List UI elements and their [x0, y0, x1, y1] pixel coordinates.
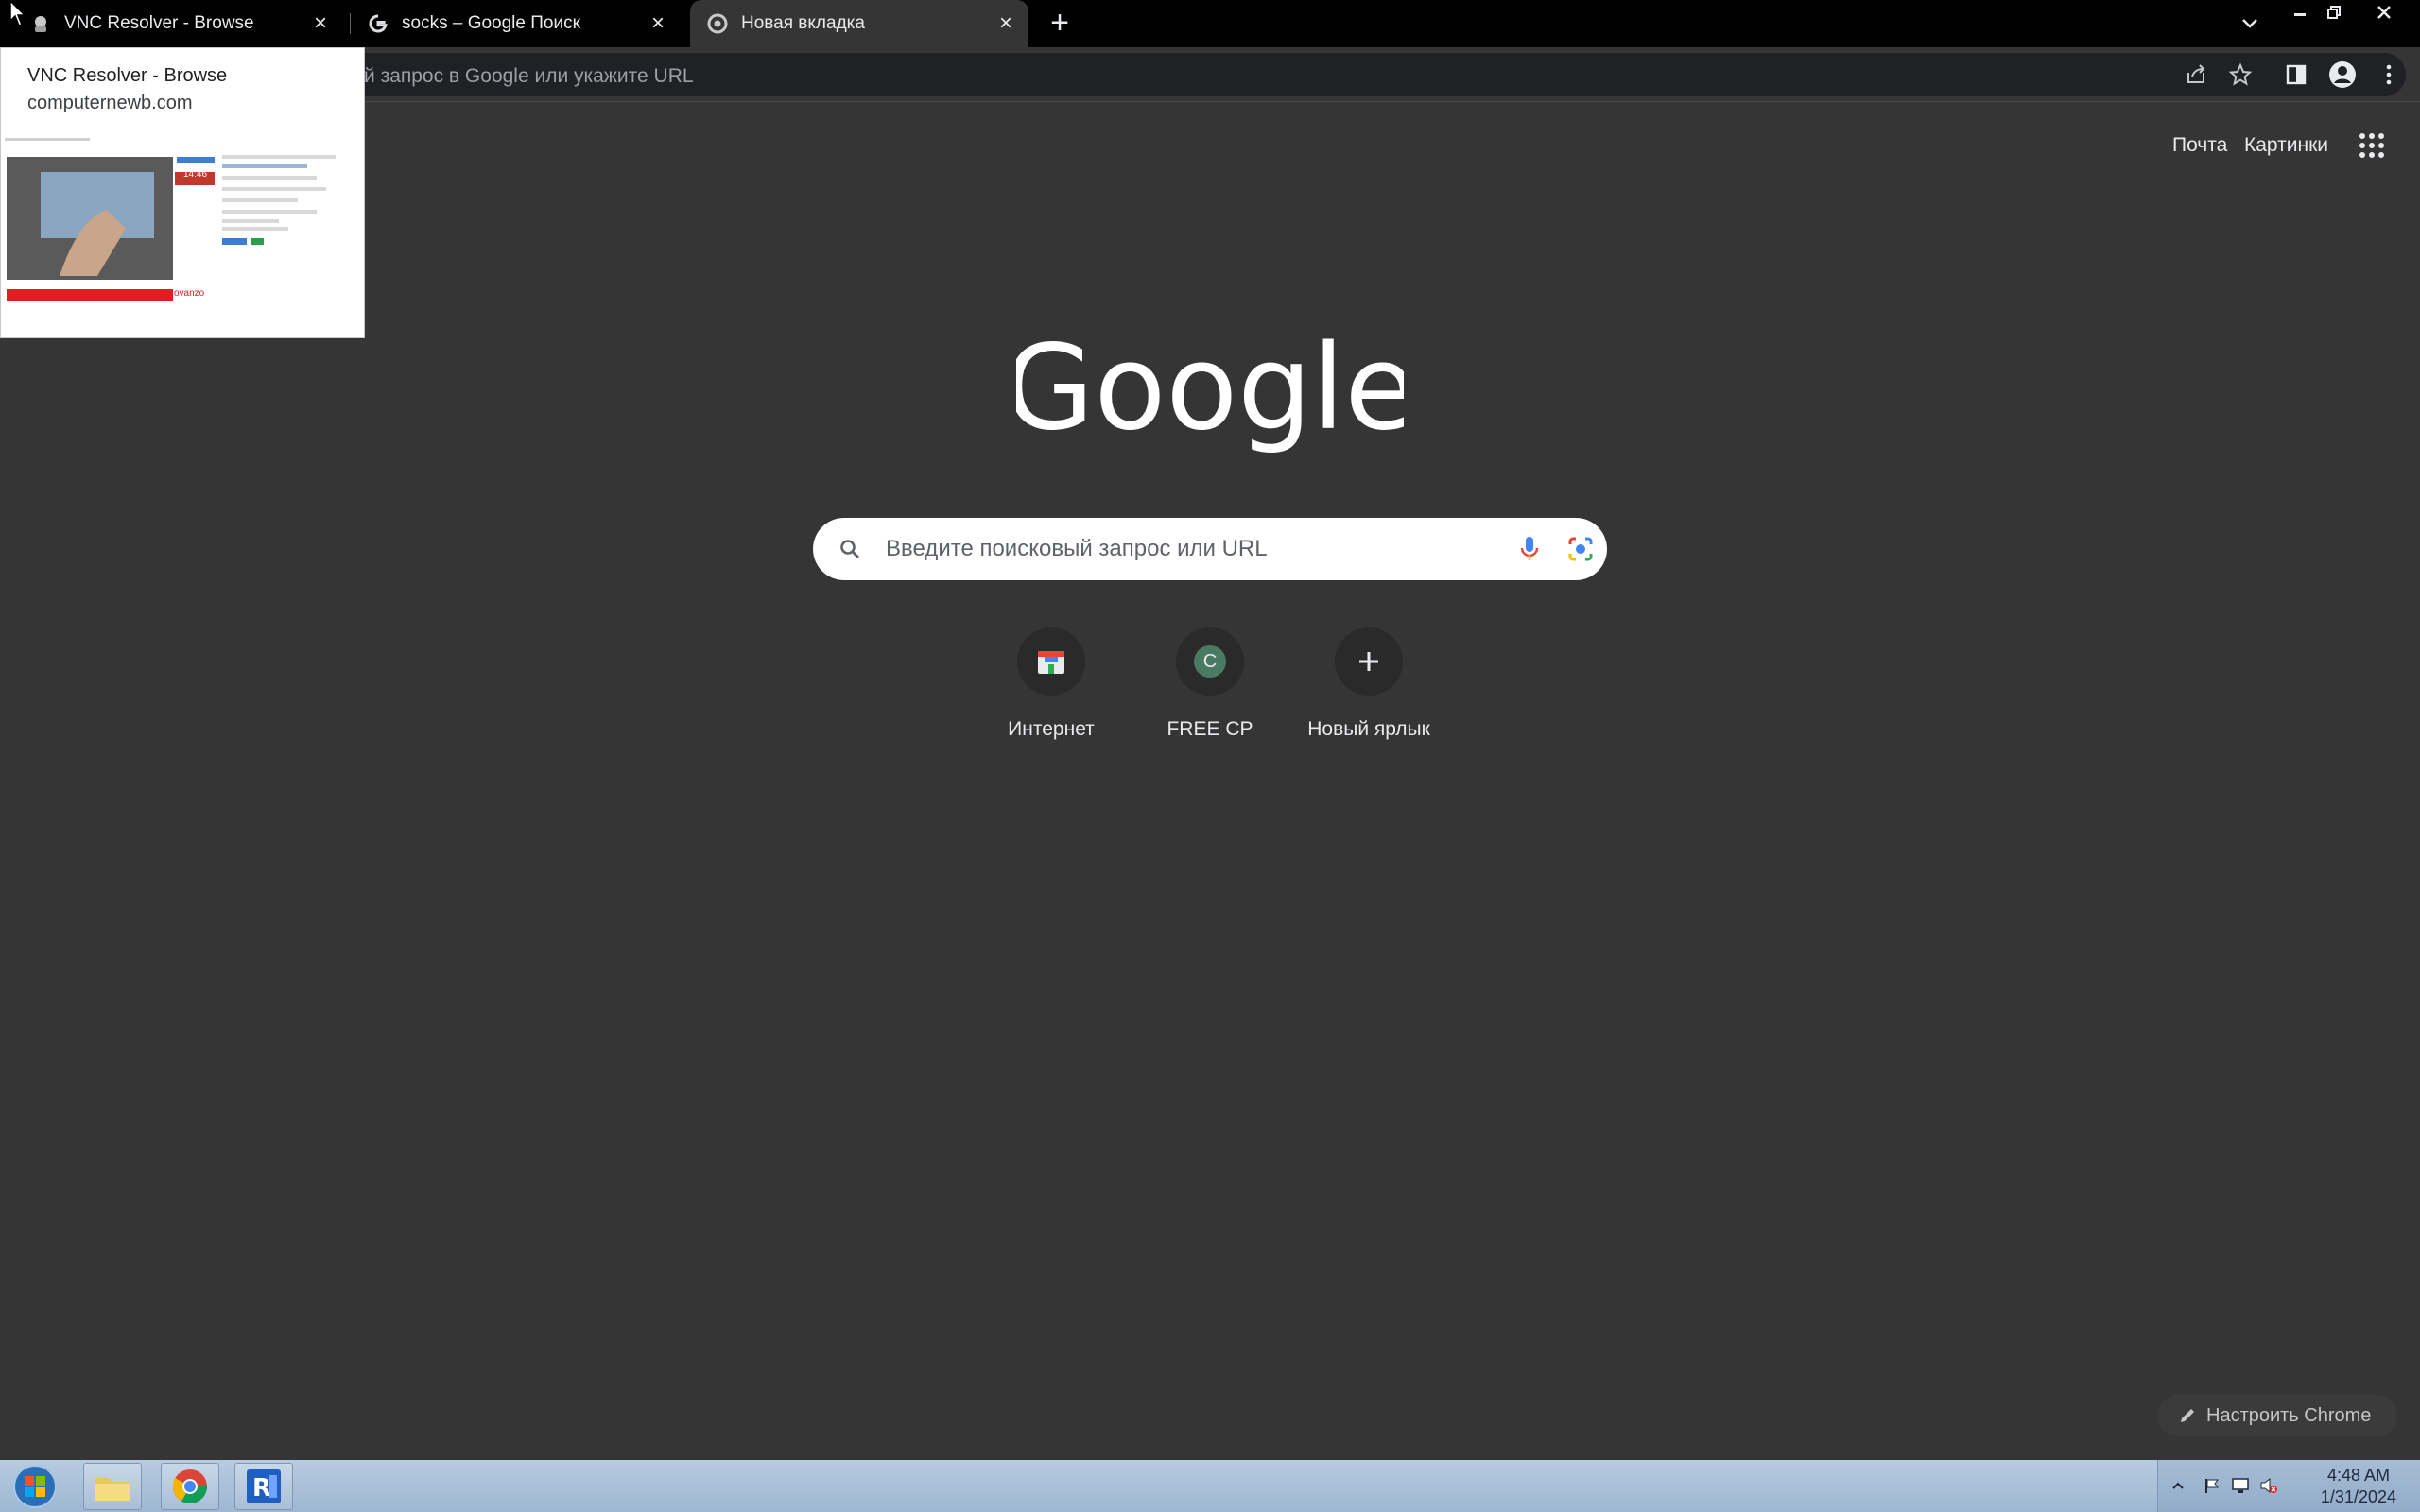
google-apps-icon[interactable]	[2358, 131, 2386, 160]
network-icon[interactable]	[2230, 1475, 2251, 1496]
gmail-link[interactable]: Почта	[2172, 134, 2227, 157]
google-g-icon	[368, 13, 389, 34]
shortcut-label: Интернет	[1008, 718, 1095, 740]
tab-title: Новая вкладка	[741, 13, 865, 33]
start-button[interactable]	[4, 1463, 66, 1510]
vnc-taskbar-icon[interactable]: R	[234, 1463, 293, 1510]
google-lens-icon[interactable]	[1566, 535, 1595, 563]
clock-time: 4:48 AM	[2326, 1466, 2390, 1485]
search-icon	[836, 535, 864, 563]
thumb-brand-label: ovanzo	[174, 288, 205, 299]
clock-date: 1/31/2024	[2320, 1487, 2396, 1506]
close-window-icon[interactable]	[2368, 0, 2400, 25]
bookmark-star-icon[interactable]	[2224, 59, 2256, 91]
svg-text:R: R	[252, 1474, 271, 1503]
tab-search-icon[interactable]	[2236, 11, 2264, 36]
hover-card-domain: computernewb.com	[27, 93, 193, 113]
google-logo-text: Google	[1016, 326, 1404, 456]
minimize-icon[interactable]	[2284, 0, 2316, 25]
share-icon[interactable]	[2180, 59, 2212, 91]
address-bar-placeholder: й запрос в Google или укажите URL	[364, 65, 694, 87]
shortcut-free-cp[interactable]: C FREE CP	[1131, 627, 1289, 760]
new-tab-button[interactable]: +	[1044, 7, 1076, 41]
hover-card-thumbnail: 14:46 ovanzo	[3, 134, 362, 337]
shortcut-internet[interactable]: Интернет	[972, 627, 1131, 760]
tab-new-tab[interactable]: Новая вкладка ×	[690, 0, 1028, 47]
search-input[interactable]: Введите поисковый запрос или URL	[886, 536, 1268, 562]
hover-card-title: VNC Resolver - Browse	[27, 65, 228, 86]
restore-icon[interactable]	[2318, 0, 2350, 25]
taskbar-clock[interactable]: 4:48 AM 1/31/2024	[2321, 1465, 2396, 1508]
shortcut-letter: C	[1194, 645, 1226, 678]
images-link[interactable]: Картинки	[2244, 134, 2328, 157]
pencil-icon	[2178, 1406, 2197, 1425]
customize-chrome-button[interactable]: Настроить Chrome	[2157, 1395, 2397, 1436]
show-hidden-icons[interactable]	[2168, 1475, 2188, 1496]
tab-title: socks – Google Поиск	[402, 13, 580, 33]
tab-strip: VNC Resolver - Browse × socks – Google П…	[0, 0, 2420, 47]
search-box[interactable]: Введите поисковый запрос или URL	[813, 518, 1607, 580]
tab-title: VNC Resolver - Browse	[64, 13, 254, 33]
voice-search-icon[interactable]	[1515, 535, 1544, 563]
system-tray: 4:48 AM 1/31/2024	[2157, 1460, 2420, 1512]
close-tab-icon[interactable]: ×	[994, 12, 1017, 35]
chrome-icon	[707, 13, 728, 34]
close-tab-icon[interactable]: ×	[309, 12, 332, 35]
mouse-cursor-icon	[9, 0, 28, 33]
chrome-taskbar-icon[interactable]	[161, 1463, 219, 1510]
plus-icon	[1335, 627, 1403, 696]
vnc-resolver-icon	[30, 13, 51, 34]
customize-chrome-label: Настроить Chrome	[2206, 1404, 2372, 1426]
letter-c-icon: C	[1176, 627, 1244, 696]
menu-icon[interactable]	[2373, 59, 2405, 91]
tab-socks-google[interactable]: socks – Google Поиск ×	[354, 0, 681, 47]
thumb-time-label: 14:46	[183, 169, 208, 180]
action-center-flag-icon[interactable]	[2202, 1475, 2222, 1496]
profile-avatar-icon[interactable]	[2326, 59, 2359, 91]
volume-muted-icon[interactable]	[2258, 1475, 2279, 1496]
google-logo: Google	[1003, 320, 1416, 468]
close-tab-icon[interactable]: ×	[647, 12, 669, 35]
store-icon	[1017, 627, 1085, 696]
tab-hover-card: VNC Resolver - Browse computernewb.com 1…	[0, 47, 365, 338]
shortcut-add-new[interactable]: Новый ярлык	[1289, 627, 1448, 760]
shortcut-label: Новый ярлык	[1307, 718, 1430, 740]
tab-separator	[350, 13, 351, 34]
windows-taskbar: R 4:48 AM 1/31/2024	[0, 1460, 2420, 1512]
tab-vnc-resolver[interactable]: VNC Resolver - Browse ×	[17, 0, 343, 47]
side-panel-icon[interactable]	[2280, 59, 2312, 91]
shortcut-label: FREE CP	[1167, 718, 1253, 740]
explorer-icon[interactable]	[83, 1463, 142, 1510]
